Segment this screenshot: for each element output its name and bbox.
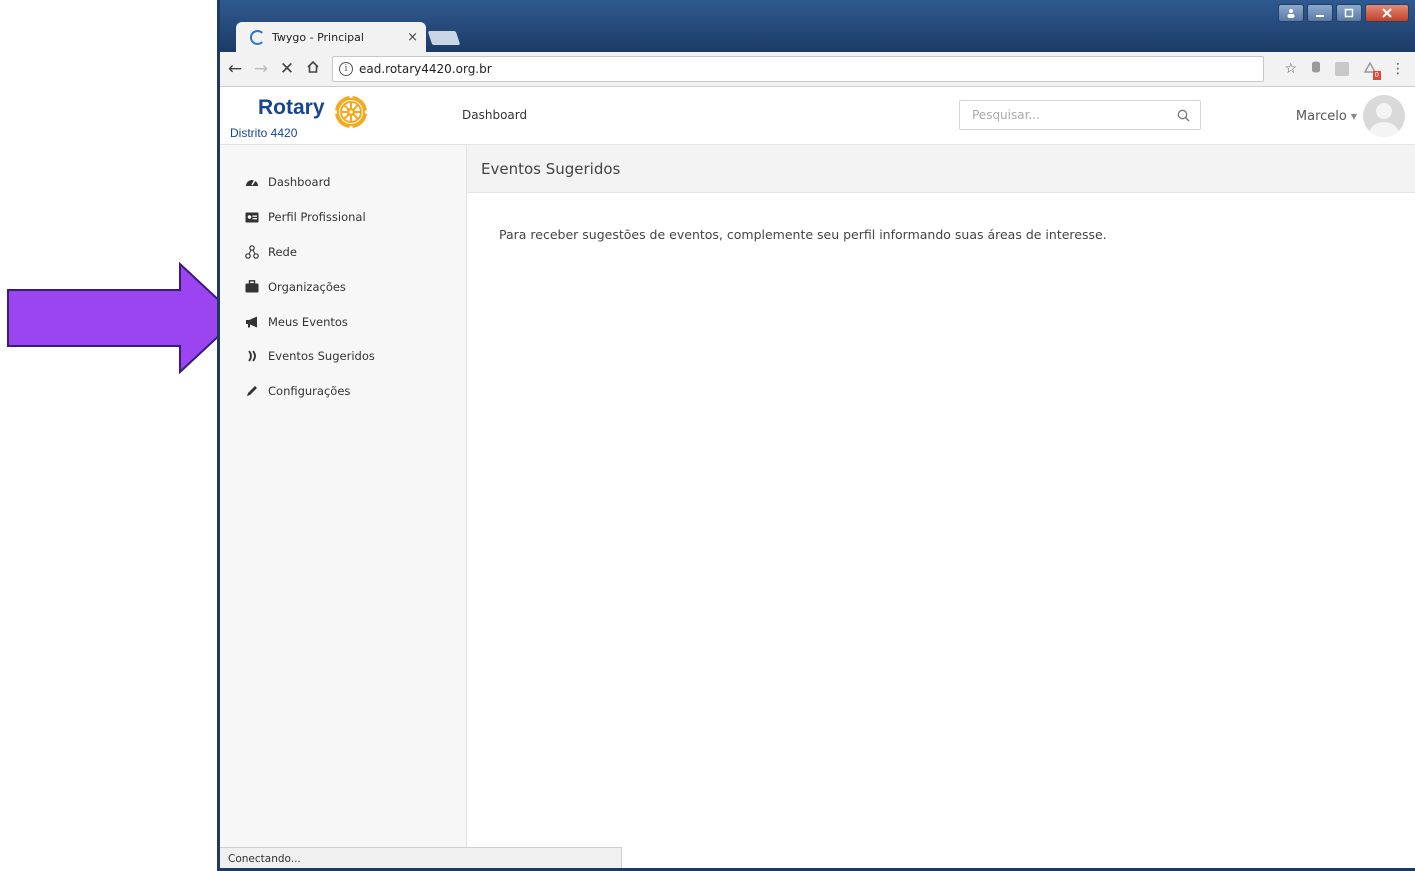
briefcase-icon	[244, 279, 260, 295]
browser-tab[interactable]: Twygo - Principal ×	[236, 22, 426, 52]
id-card-icon	[244, 209, 260, 225]
profile-icon[interactable]	[1278, 4, 1304, 22]
home-icon[interactable]	[302, 59, 324, 79]
status-bar: Conectando...	[220, 847, 622, 869]
sidebar-item-label: Configurações	[268, 384, 351, 399]
sidebar-nav: Dashboard Perfil Profissional Rede Organ…	[220, 145, 466, 409]
rotary-logo[interactable]: Rotary Distrito 4420	[230, 93, 380, 141]
window-controls	[1278, 4, 1409, 22]
loading-spinner-icon	[250, 29, 265, 45]
stop-icon[interactable]: ✕	[276, 59, 298, 79]
avatar[interactable]	[1363, 95, 1405, 137]
back-arrow-icon[interactable]: ←	[224, 59, 246, 79]
header-title[interactable]: Dashboard	[462, 108, 527, 122]
browser-window: Twygo - Principal × ← → ✕ i ead.rotary44…	[217, 0, 1415, 871]
sidebar-item-dashboard[interactable]: Dashboard	[220, 165, 466, 200]
page-title: Eventos Sugeridos	[481, 159, 621, 178]
main-content: Eventos Sugeridos Para receber sugestões…	[467, 145, 1415, 868]
search-box	[959, 100, 1201, 130]
dashboard-gauge-icon	[244, 174, 260, 190]
logo-subtitle: Distrito 4420	[230, 126, 298, 140]
user-menu[interactable]: Marcelo ▼	[1296, 95, 1405, 137]
sidebar-item-label: Meus Eventos	[268, 314, 348, 329]
url-text: ead.rotary4420.org.br	[359, 62, 492, 76]
megaphone-icon	[244, 314, 260, 330]
tab-title: Twygo - Principal	[272, 30, 364, 44]
minimize-button[interactable]	[1307, 4, 1333, 22]
new-tab-button[interactable]	[427, 31, 461, 45]
forward-arrow-icon[interactable]: →	[250, 59, 272, 79]
sidebar: Dashboard Perfil Profissional Rede Organ…	[220, 145, 467, 868]
sidebar-item-label: Perfil Profissional	[268, 210, 366, 225]
rotary-wheel-icon	[334, 95, 368, 129]
sidebar-item-label: Eventos Sugeridos	[268, 349, 375, 364]
extension-square-icon[interactable]	[1335, 62, 1349, 76]
sidebar-item-label: Dashboard	[268, 175, 331, 190]
tab-close-button[interactable]: ×	[407, 30, 418, 45]
search-input[interactable]	[970, 107, 1177, 123]
extensions-area: ☆ 0 ⋮	[1284, 60, 1415, 80]
maximize-button[interactable]	[1336, 4, 1362, 22]
extension-db-icon[interactable]	[1311, 61, 1321, 77]
app-header: Rotary Distrito 4420 Dashboard Pesquisar…	[220, 87, 1415, 145]
sidebar-item-label: Organizações	[268, 279, 346, 294]
content-header: Eventos Sugeridos	[467, 145, 1415, 193]
search-icon[interactable]	[1177, 109, 1190, 122]
sidebar-item-meus-eventos[interactable]: Meus Eventos	[220, 304, 466, 339]
browser-toolbar: ← → ✕ i ead.rotary4420.org.br ☆ 0 ⋮	[220, 52, 1415, 87]
sidebar-item-organizacoes[interactable]: Organizações	[220, 269, 466, 304]
title-bar: Twygo - Principal ×	[220, 0, 1415, 52]
broadcast-icon	[244, 348, 260, 364]
info-icon[interactable]: i	[339, 62, 353, 76]
bookmark-star-icon[interactable]: ☆	[1284, 61, 1297, 77]
network-icon	[244, 244, 260, 260]
caret-down-icon: ▼	[1350, 111, 1357, 121]
menu-kebab-icon[interactable]: ⋮	[1391, 61, 1405, 77]
sidebar-item-rede[interactable]: Rede	[220, 235, 466, 270]
extension-badge-icon[interactable]: 0	[1363, 60, 1381, 80]
logo-name: Rotary	[258, 96, 325, 119]
sidebar-item-label: Rede	[268, 244, 297, 259]
sidebar-item-eventos-sugeridos[interactable]: Eventos Sugeridos	[220, 339, 466, 374]
close-window-button[interactable]	[1365, 4, 1409, 22]
annotation-arrow	[7, 262, 240, 374]
sidebar-item-configuracoes[interactable]: Configurações	[220, 374, 466, 409]
user-name: Marcelo	[1295, 108, 1347, 124]
pencil-icon	[244, 383, 260, 399]
empty-state-message: Para receber sugestões de eventos, compl…	[499, 227, 1107, 242]
address-bar[interactable]: i ead.rotary4420.org.br	[332, 56, 1264, 82]
sidebar-item-perfil-profissional[interactable]: Perfil Profissional	[220, 200, 466, 235]
